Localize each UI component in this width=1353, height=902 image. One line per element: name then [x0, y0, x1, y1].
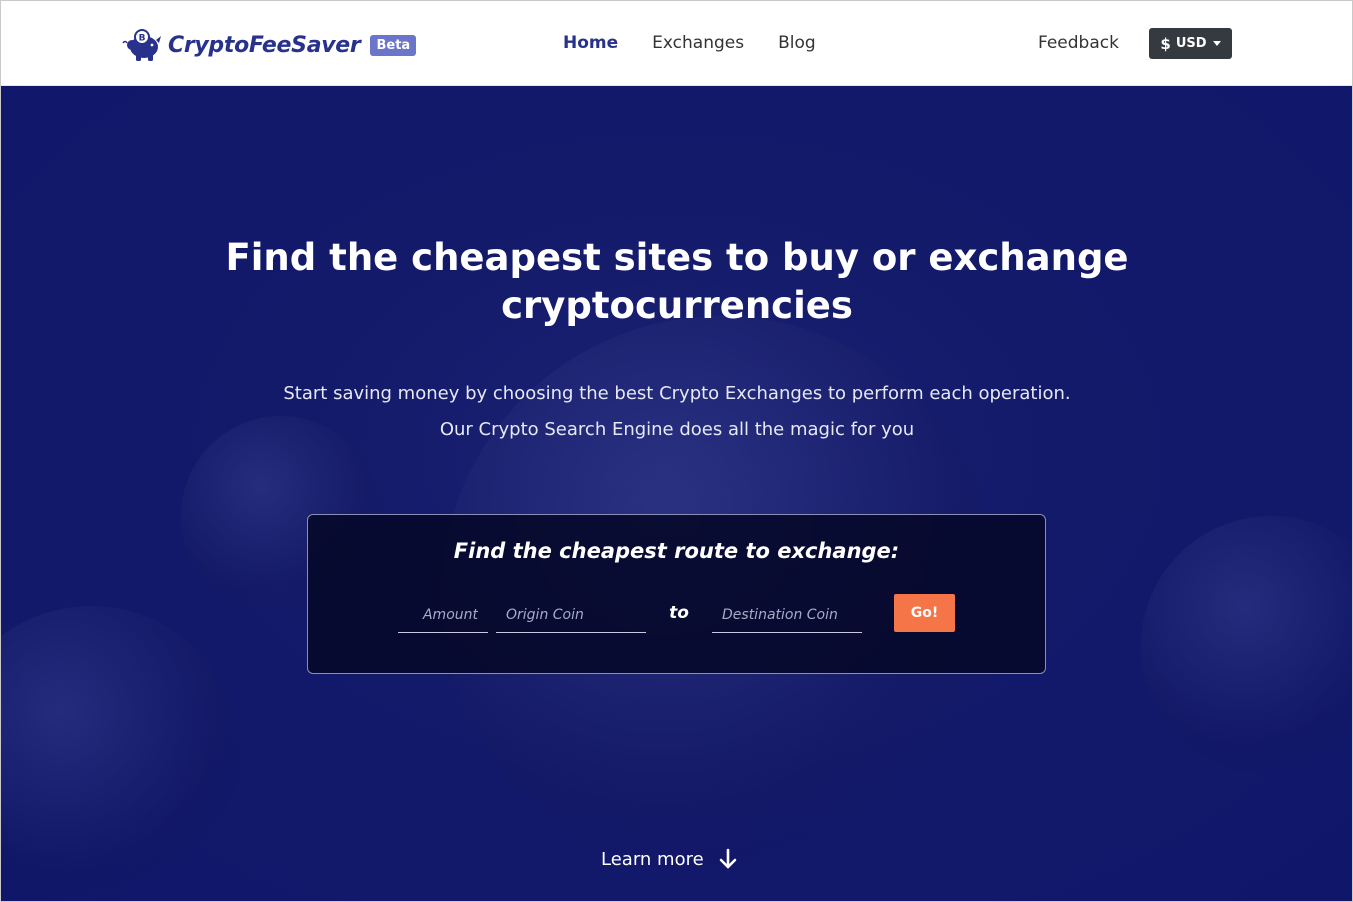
piggy-bank-bitcoin-icon: B — [122, 29, 161, 61]
destination-coin-input[interactable] — [712, 597, 862, 633]
hero-title-line-2: cryptocurrencies — [501, 284, 853, 327]
learn-more-label: Learn more — [601, 848, 704, 870]
brand-logo-link[interactable]: B CryptoFeeSaver Beta — [122, 27, 417, 63]
dollar-icon: $ — [1160, 34, 1171, 53]
feedback-link[interactable]: Feedback — [1038, 33, 1119, 53]
to-label: to — [669, 603, 689, 623]
learn-more-link[interactable]: Learn more — [601, 848, 738, 870]
amount-input[interactable] — [398, 597, 488, 633]
origin-coin-input[interactable] — [496, 597, 646, 633]
coin-background-image — [1, 606, 241, 901]
coin-background-image — [1141, 516, 1352, 776]
arrow-down-icon — [719, 848, 736, 869]
exchange-search-box: Find the cheapest route to exchange: to … — [307, 514, 1046, 674]
nav-item-exchanges[interactable]: Exchanges — [652, 33, 744, 53]
hero-title-line-1: Find the cheapest sites to buy or exchan… — [225, 236, 1129, 279]
hero-subtitle: Start saving money by choosing the best … — [177, 376, 1177, 448]
search-title: Find the cheapest route to exchange: — [453, 539, 900, 563]
beta-badge: Beta — [370, 34, 417, 56]
nav-item-blog[interactable]: Blog — [778, 33, 816, 53]
currency-label: USD — [1175, 36, 1207, 51]
currency-dropdown-button[interactable]: $ USD — [1149, 28, 1232, 59]
main-nav: Home Exchanges Blog — [563, 33, 816, 53]
svg-text:B: B — [139, 34, 146, 44]
go-button[interactable]: Go! — [894, 594, 955, 632]
nav-item-home[interactable]: Home — [563, 33, 618, 53]
brand-name: CryptoFeeSaver — [168, 32, 361, 58]
hero-section: Find the cheapest sites to buy or exchan… — [1, 86, 1352, 901]
caret-down-icon — [1212, 41, 1221, 46]
hero-title: Find the cheapest sites to buy or exchan… — [177, 234, 1177, 330]
top-navbar: B CryptoFeeSaver Beta Home Exchanges Blo… — [1, 1, 1352, 86]
hero-subtitle-line-1: Start saving money by choosing the best … — [283, 383, 1071, 404]
hero-subtitle-line-2: Our Crypto Search Engine does all the ma… — [439, 419, 915, 440]
